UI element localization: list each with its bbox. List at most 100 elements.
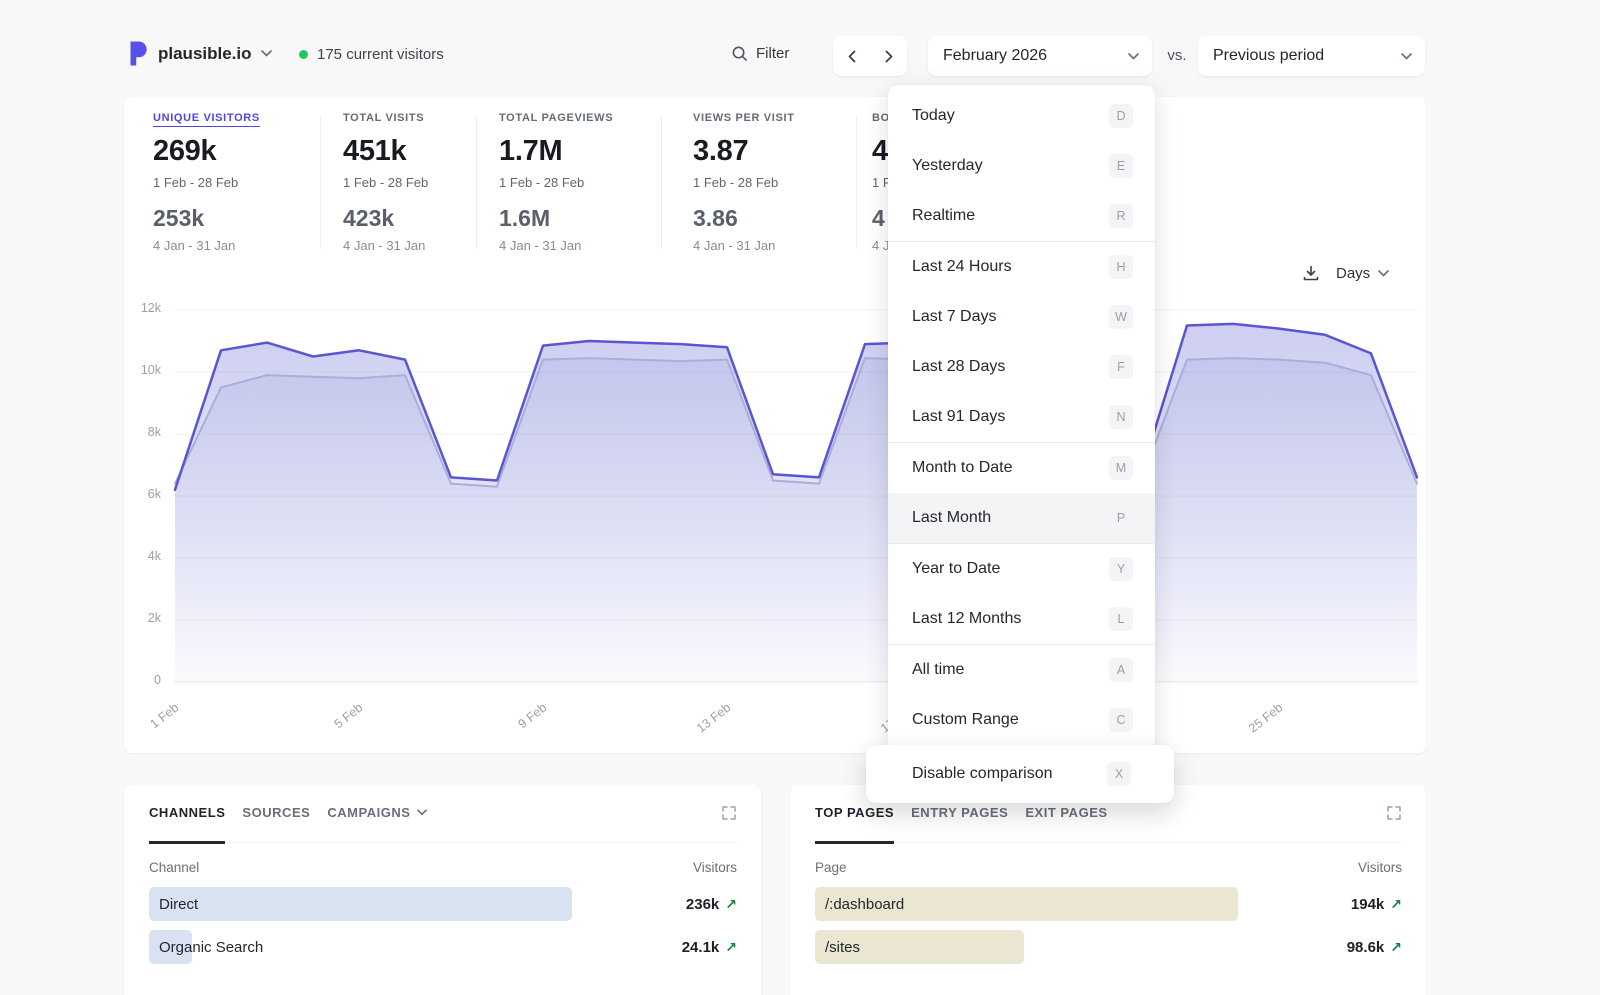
date-range-menu: TodayD YesterdayE RealtimeR Last 24 Hour… (888, 85, 1155, 751)
shortcut-badge: X (1107, 762, 1131, 786)
plausible-dashboard: plausible.io 175 current visitors Filter… (0, 0, 1600, 995)
tab-sources[interactable]: SOURCES (242, 805, 310, 842)
shortcut-badge: M (1109, 456, 1133, 480)
expand-button[interactable] (721, 805, 737, 821)
shortcut-badge: Y (1109, 557, 1133, 581)
chevron-down-icon (417, 809, 427, 816)
chevron-down-icon (1401, 53, 1412, 60)
shortcut-badge: E (1109, 154, 1133, 178)
stat-divider (661, 117, 662, 249)
row-label: /sites (815, 939, 860, 956)
menu-item-custom-range[interactable]: Custom RangeC (888, 695, 1155, 745)
date-range-dropdown[interactable]: February 2026 (928, 36, 1152, 76)
shortcut-badge: L (1109, 607, 1133, 631)
vs-label: vs. (1160, 47, 1194, 64)
menu-item-last-28-days[interactable]: Last 28 DaysF (888, 342, 1155, 392)
list-item-dashboard[interactable]: /:dashboard 194k↗ (815, 887, 1402, 921)
stat-total-visits: TOTAL VISITS 451k 1 Feb - 28 Feb 423k 4 … (343, 112, 428, 253)
expand-button[interactable] (1386, 805, 1402, 821)
trend-up-icon: ↗ (1390, 939, 1402, 956)
interval-dropdown[interactable]: Days (1336, 265, 1389, 282)
x-axis-label: 9 Feb (495, 700, 549, 747)
chevron-left-icon (848, 50, 856, 63)
y-axis-label: 2k (124, 611, 161, 625)
tab-channels[interactable]: CHANNELS (149, 805, 225, 842)
visitors-chart[interactable] (175, 310, 1417, 682)
chart-toolbar: Days (1302, 264, 1389, 282)
menu-item-today[interactable]: TodayD (888, 91, 1155, 141)
pages-tabs: TOP PAGES ENTRY PAGES EXIT PAGES (815, 805, 1402, 843)
row-value: 236k (686, 896, 719, 913)
download-icon (1302, 264, 1320, 282)
menu-item-last-91-days[interactable]: Last 91 DaysN (888, 392, 1155, 442)
expand-icon (721, 805, 737, 821)
row-bar (149, 887, 572, 921)
site-name: plausible.io (158, 44, 252, 64)
download-button[interactable] (1302, 264, 1320, 282)
menu-item-realtime[interactable]: RealtimeR (888, 191, 1155, 241)
filter-button[interactable]: Filter (731, 45, 789, 62)
site-picker[interactable]: plausible.io (128, 41, 272, 66)
comparison-dropdown[interactable]: Previous period (1198, 36, 1425, 76)
shortcut-badge: W (1109, 305, 1133, 329)
x-axis-label: 25 Feb (1231, 700, 1285, 747)
search-icon (731, 45, 748, 62)
expand-icon (1386, 805, 1402, 821)
y-axis-label: 4k (124, 549, 161, 563)
tab-entry-pages[interactable]: ENTRY PAGES (911, 805, 1008, 842)
stat-label[interactable]: TOTAL VISITS (343, 112, 428, 124)
stat-label[interactable]: VIEWS PER VISIT (693, 112, 795, 124)
stat-unique-visitors: UNIQUE VISITORS 269k 1 Feb - 28 Feb 253k… (153, 112, 260, 253)
live-dot-icon (299, 50, 308, 59)
visitors-panel: UNIQUE VISITORS 269k 1 Feb - 28 Feb 253k… (124, 97, 1426, 753)
menu-item-last-7-days[interactable]: Last 7 DaysW (888, 292, 1155, 342)
menu-item-yesterday[interactable]: YesterdayE (888, 141, 1155, 191)
column-header-visitors: Visitors (693, 860, 737, 875)
list-item-sites[interactable]: /sites 98.6k↗ (815, 930, 1402, 964)
shortcut-badge: R (1109, 204, 1133, 228)
row-value: 24.1k (682, 939, 720, 956)
tab-top-pages[interactable]: TOP PAGES (815, 805, 894, 842)
stat-label[interactable]: UNIQUE VISITORS (153, 112, 260, 124)
next-period-arrow-button[interactable] (870, 36, 907, 76)
stat-period: 1 Feb - 28 Feb (499, 175, 613, 190)
trend-up-icon: ↗ (725, 939, 737, 956)
menu-item-last-12-months[interactable]: Last 12 MonthsL (888, 594, 1155, 644)
trend-up-icon: ↗ (1390, 896, 1402, 913)
column-header-visitors: Visitors (1358, 860, 1402, 875)
menu-item-year-to-date[interactable]: Year to DateY (888, 544, 1155, 594)
current-visitors[interactable]: 175 current visitors (299, 46, 444, 63)
shortcut-badge: F (1109, 355, 1133, 379)
list-item-direct[interactable]: Direct 236k↗ (149, 887, 737, 921)
tab-exit-pages[interactable]: EXIT PAGES (1025, 805, 1107, 842)
stat-total-pageviews: TOTAL PAGEVIEWS 1.7M 1 Feb - 28 Feb 1.6M… (499, 112, 613, 253)
stat-label[interactable]: TOTAL PAGEVIEWS (499, 112, 613, 124)
stat-value: 3.87 (693, 135, 795, 168)
y-axis-label: 8k (124, 425, 161, 439)
filter-label: Filter (756, 45, 789, 62)
pages-columns: Page Visitors (815, 860, 1402, 875)
row-label: Direct (149, 896, 198, 913)
channels-rows: Direct 236k↗ Organic Search 24.1k ↗ (149, 887, 737, 964)
menu-item-last-24-hours[interactable]: Last 24 HoursH (888, 242, 1155, 292)
tab-campaigns[interactable]: CAMPAIGNS (327, 805, 426, 842)
stat-divider (320, 117, 321, 249)
shortcut-badge: N (1109, 405, 1133, 429)
list-item-organic-search[interactable]: Organic Search 24.1k ↗ (149, 930, 737, 964)
chevron-down-icon (261, 50, 272, 57)
shortcut-badge: P (1109, 506, 1133, 530)
chevron-down-icon (1128, 53, 1139, 60)
menu-item-disable-comparison[interactable]: Disable comparison X (866, 745, 1174, 803)
interval-label: Days (1336, 265, 1370, 282)
menu-item-all-time[interactable]: All timeA (888, 645, 1155, 695)
current-visitors-label: 175 current visitors (317, 46, 444, 63)
stat-period: 1 Feb - 28 Feb (693, 175, 795, 190)
row-label: Organic Search (149, 939, 263, 956)
chevron-down-icon (1378, 270, 1389, 277)
menu-item-month-to-date[interactable]: Month to DateM (888, 443, 1155, 493)
pages-rows: /:dashboard 194k↗ /sites 98.6k↗ (815, 887, 1402, 964)
stat-prev-value: 3.86 (693, 205, 795, 232)
stat-prev-period: 4 Jan - 31 Jan (499, 238, 613, 253)
menu-item-last-month[interactable]: Last MonthP (888, 493, 1155, 543)
previous-period-arrow-button[interactable] (833, 36, 870, 76)
